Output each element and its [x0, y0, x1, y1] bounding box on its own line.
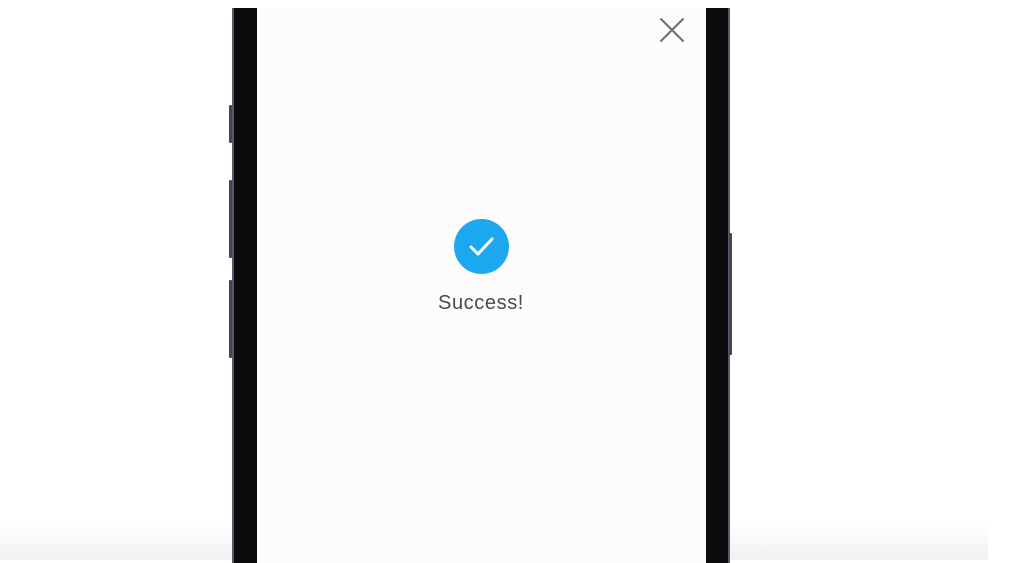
close-button[interactable] — [657, 15, 687, 45]
power-button — [729, 233, 732, 355]
mute-switch — [229, 105, 232, 143]
volume-up-button — [229, 180, 232, 258]
phone-screen — [257, 8, 706, 563]
volume-down-button — [229, 280, 232, 358]
success-message: Success! — [438, 292, 524, 314]
checkmark-circle-icon — [454, 219, 509, 274]
checkmark-icon — [469, 237, 494, 256]
stage: Success! — [0, 0, 1024, 563]
close-icon — [660, 18, 684, 42]
